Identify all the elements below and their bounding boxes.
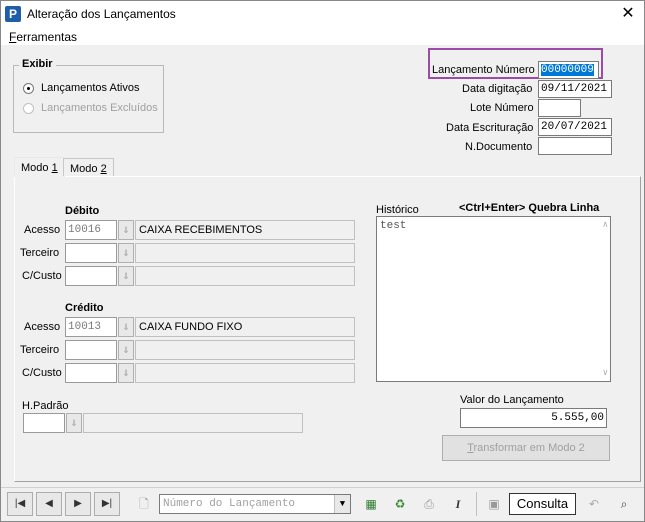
window-title: Alteração dos Lançamentos xyxy=(27,7,176,21)
hpadrao-code[interactable] xyxy=(23,413,65,433)
tab-modo-2-label: Modo xyxy=(70,163,101,175)
debito-acesso-lookup-icon[interactable]: ⇓ xyxy=(118,220,134,240)
debito-terceiro-label: Terceiro xyxy=(20,247,60,259)
transformar-label: ransformar em Modo 2 xyxy=(473,442,585,454)
lote-numero-field[interactable] xyxy=(538,99,581,117)
credito-ccusto-lookup-icon[interactable]: ⇓ xyxy=(118,363,134,383)
debito-acesso-code[interactable]: 10016 xyxy=(65,220,117,240)
first-record-button[interactable]: |◀ xyxy=(7,492,33,516)
hpadrao-lookup: ⇓ xyxy=(23,413,303,433)
main-window: P Alteração dos Lançamentos ✕ Ferramenta… xyxy=(0,0,645,522)
credito-terceiro-code[interactable] xyxy=(65,340,117,360)
debito-title: Débito xyxy=(65,205,100,217)
debito-terceiro-lookup-icon[interactable]: ⇓ xyxy=(118,243,134,263)
credito-terceiro-label: Terceiro xyxy=(20,344,60,356)
debito-acesso-lookup: 10016 ⇓ CAIXA RECEBIMENTOS xyxy=(65,220,355,240)
binoculars-icon[interactable]: ⌕ xyxy=(611,492,637,516)
debito-terceiro-lookup: ⇓ xyxy=(65,243,355,263)
navigation-toolbar: |◀ ◀ ▶ ▶| 🗋 Número do Lançamento ▼ ▦ ♻ ⎙… xyxy=(1,487,644,521)
data-digitacao-field[interactable]: 09/11/2021 xyxy=(538,80,612,98)
debito-ccusto-label: C/Custo xyxy=(22,270,62,282)
last-record-button[interactable]: ▶| xyxy=(94,492,120,516)
recycle-bin-icon[interactable]: ♻ xyxy=(387,492,413,516)
credito-acesso-label: Acesso xyxy=(24,321,61,333)
credito-acesso-code[interactable]: 10013 xyxy=(65,317,117,337)
credito-ccusto-lookup: ⇓ xyxy=(65,363,355,383)
hpadrao-label: H.Padrão xyxy=(22,400,69,412)
radio-dot xyxy=(23,102,34,114)
lanc-numero-field[interactable]: 00000009 xyxy=(538,61,599,79)
scroll-up-icon[interactable]: ∧ xyxy=(603,220,608,230)
radio-dot-checked xyxy=(23,82,34,94)
hpadrao-lookup-icon[interactable]: ⇓ xyxy=(66,413,82,433)
undo-icon[interactable]: ↶ xyxy=(581,492,607,516)
consulta-button[interactable]: Consulta xyxy=(509,493,576,515)
data-escrituracao-label: Data Escrituração xyxy=(446,122,534,134)
debito-acesso-label: Acesso xyxy=(24,224,61,236)
tab-modo-1-label: Modo xyxy=(21,162,52,174)
radio-lancamentos-excluidos[interactable]: Lançamentos Excluídos xyxy=(23,102,158,114)
chevron-down-icon[interactable]: ▼ xyxy=(334,495,350,513)
print-icon[interactable]: ⎙ xyxy=(416,492,442,516)
credito-acesso-desc: CAIXA FUNDO FIXO xyxy=(135,317,355,337)
new-document-icon[interactable]: 🗋 xyxy=(131,492,157,516)
debito-terceiro-code[interactable] xyxy=(65,243,117,263)
lote-numero-label: Lote Número xyxy=(470,102,534,114)
credito-ccusto-desc xyxy=(135,363,355,383)
debito-ccusto-desc xyxy=(135,266,355,286)
scroll-down-icon[interactable]: ∨ xyxy=(603,368,608,378)
credito-terceiro-lookup: ⇓ xyxy=(65,340,355,360)
data-digitacao-label: Data digitação xyxy=(462,83,533,95)
ndocumento-field[interactable] xyxy=(538,137,612,155)
historico-label: Histórico xyxy=(376,204,419,216)
credito-ccusto-label: C/Custo xyxy=(22,367,62,379)
app-icon: P xyxy=(5,6,21,22)
search-placeholder: Número do Lançamento xyxy=(163,498,296,510)
credito-acesso-lookup: 10013 ⇓ CAIXA FUNDO FIXO xyxy=(65,317,355,337)
credito-ccusto-code[interactable] xyxy=(65,363,117,383)
radio-lancamentos-ativos[interactable]: Lançamentos Ativos xyxy=(23,82,139,94)
tab-modo-1[interactable]: Modo 1 xyxy=(14,157,65,177)
tab-modo-2-mnemonic: 2 xyxy=(100,163,107,175)
title-bar: P Alteração dos Lançamentos ✕ xyxy=(1,1,644,27)
data-escrituracao-field[interactable]: 20/07/2021 xyxy=(538,118,612,136)
toolbar-separator xyxy=(476,492,477,516)
lancamento-search-combo[interactable]: Número do Lançamento ▼ xyxy=(159,494,351,514)
prev-record-button[interactable]: ◀ xyxy=(36,492,62,516)
radio-ativos-label: Lançamentos Ativos xyxy=(41,82,140,94)
debito-acesso-desc: CAIXA RECEBIMENTOS xyxy=(135,220,355,240)
menu-bar: Ferramentas xyxy=(1,27,644,45)
menu-ferramentas-label: erramentas xyxy=(16,30,78,44)
debito-ccusto-lookup: ⇓ xyxy=(65,266,355,286)
historico-hint: <Ctrl+Enter> Quebra Linha xyxy=(459,202,600,214)
credito-terceiro-desc xyxy=(135,340,355,360)
ndocumento-label: N.Documento xyxy=(465,141,533,153)
lanc-numero-value: 00000009 xyxy=(541,64,594,76)
valor-field[interactable]: 5.555,00 xyxy=(460,408,607,428)
italic-icon[interactable]: I xyxy=(445,492,471,516)
credito-acesso-lookup-icon[interactable]: ⇓ xyxy=(118,317,134,337)
exibir-label: Exibir xyxy=(19,58,56,70)
radio-excluidos-label: Lançamentos Excluídos xyxy=(41,102,158,114)
close-button[interactable]: ✕ xyxy=(618,4,638,24)
exibir-group xyxy=(13,65,164,133)
tab-modo-2[interactable]: Modo 2 xyxy=(63,158,114,176)
hpadrao-desc xyxy=(83,413,303,433)
credito-title: Crédito xyxy=(65,302,104,314)
debito-ccusto-code[interactable] xyxy=(65,266,117,286)
lanc-numero-label: Lançamento Número xyxy=(432,64,535,76)
tab-modo-1-mnemonic: 1 xyxy=(51,162,58,174)
save-icon[interactable]: ▣ xyxy=(481,492,507,516)
spreadsheet-icon[interactable]: ▦ xyxy=(358,492,384,516)
next-record-button[interactable]: ▶ xyxy=(65,492,91,516)
menu-ferramentas[interactable]: Ferramentas xyxy=(9,30,77,44)
historico-text: test xyxy=(380,220,407,232)
valor-label: Valor do Lançamento xyxy=(460,394,564,406)
debito-terceiro-desc xyxy=(135,243,355,263)
transformar-modo2-button[interactable]: Transformar em Modo 2 xyxy=(442,435,610,461)
historico-textarea[interactable]: test ∧ ∨ xyxy=(376,216,611,382)
debito-ccusto-lookup-icon[interactable]: ⇓ xyxy=(118,266,134,286)
credito-terceiro-lookup-icon[interactable]: ⇓ xyxy=(118,340,134,360)
